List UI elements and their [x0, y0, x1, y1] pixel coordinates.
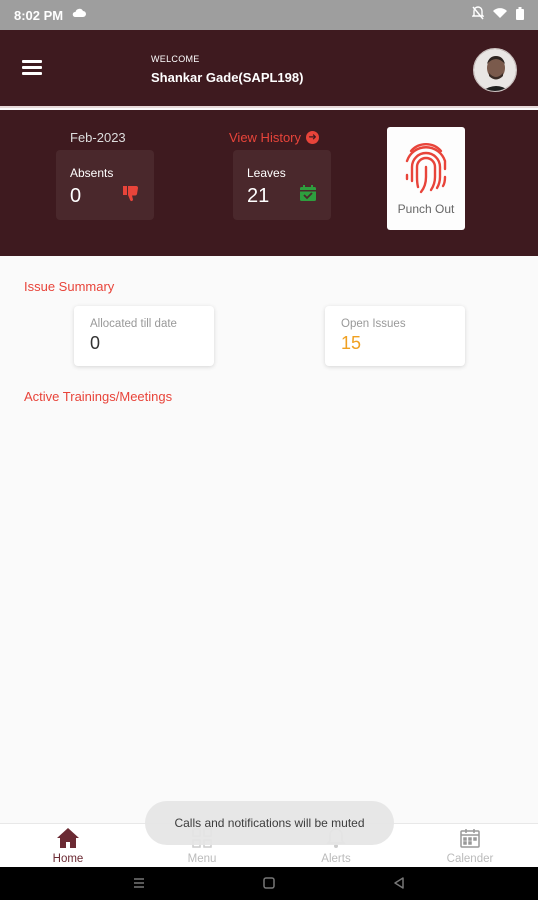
trainings-title: Active Trainings/Meetings — [24, 389, 173, 404]
view-history-link[interactable]: View History ➜ — [229, 130, 320, 145]
leaves-card[interactable]: Leaves 21 — [233, 150, 331, 220]
calendar-icon — [403, 827, 537, 849]
status-bar: 8:02 PM — [0, 0, 538, 30]
issue-summary-title: Issue Summary — [24, 279, 115, 294]
battery-icon — [516, 6, 524, 23]
month-label: Feb-2023 — [70, 130, 126, 145]
nav-calendar[interactable]: Calender — [403, 824, 537, 868]
open-issues-card[interactable]: Open Issues 15 — [325, 306, 465, 366]
open-issues-label: Open Issues — [341, 318, 406, 330]
arrow-right-icon: ➜ — [306, 131, 320, 144]
view-history-label: View History — [229, 130, 302, 145]
calendar-check-icon — [299, 184, 317, 207]
username-label: Shankar Gade(SAPL198) — [151, 70, 304, 85]
leaves-value: 21 — [247, 185, 270, 207]
allocated-label: Allocated till date — [90, 318, 177, 330]
nav-home-label: Home — [52, 853, 84, 865]
absents-card[interactable]: Absents 0 — [56, 150, 154, 220]
allocated-card[interactable]: Allocated till date 0 — [74, 306, 214, 366]
fingerprint-icon — [401, 137, 451, 202]
welcome-label: WELCOME — [151, 54, 200, 64]
absents-value: 0 — [70, 185, 82, 207]
thumbs-down-icon — [122, 184, 140, 207]
allocated-value: 0 — [90, 333, 101, 353]
toast-message: Calls and notifications will be muted — [145, 801, 394, 845]
recents-icon[interactable] — [132, 876, 146, 895]
nav-home[interactable]: Home — [1, 824, 135, 868]
nav-calendar-label: Calender — [446, 853, 494, 865]
back-icon[interactable] — [392, 876, 406, 895]
status-time: 8:02 PM — [14, 8, 64, 23]
nav-menu-label: Menu — [187, 853, 217, 865]
bell-off-icon — [471, 6, 485, 23]
punch-out-label: Punch Out — [397, 202, 455, 216]
leaves-label: Leaves — [247, 166, 286, 180]
cloud-icon — [72, 7, 86, 22]
punch-out-button[interactable]: Punch Out — [387, 127, 465, 230]
absents-label: Absents — [70, 166, 114, 180]
system-nav-bar — [0, 867, 538, 900]
avatar[interactable] — [473, 48, 517, 92]
hamburger-menu-icon[interactable] — [22, 60, 42, 76]
nav-alerts-label: Alerts — [321, 853, 351, 865]
home-button-icon[interactable] — [262, 876, 276, 895]
home-icon — [1, 827, 135, 849]
attendance-summary: Feb-2023 View History ➜ Absents 0 Leaves… — [0, 110, 538, 256]
wifi-icon — [492, 7, 508, 22]
open-issues-value: 15 — [341, 333, 362, 353]
app-header: WELCOME Shankar Gade(SAPL198) — [0, 30, 538, 108]
